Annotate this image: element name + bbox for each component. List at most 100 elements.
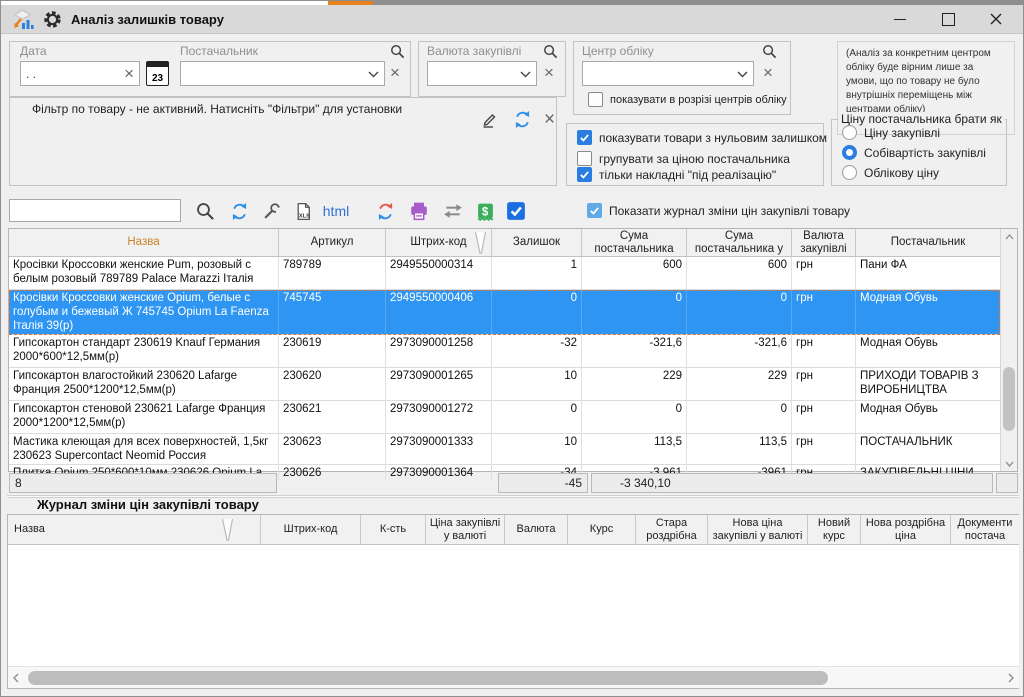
journal-column-new-retail[interactable]: Нова роздрібна ціна <box>861 515 951 544</box>
price-receipt-icon[interactable]: $ <box>473 199 497 223</box>
calendar-icon[interactable]: 23 <box>146 61 169 86</box>
currency-search-icon[interactable] <box>543 44 558 59</box>
column-header-name[interactable]: Назва <box>9 229 279 256</box>
checkbox-zero-stock[interactable]: показувати товари з нульовим залишком <box>577 130 827 145</box>
table-row-selected[interactable]: Кросівки Кроссовки женские Opium, белые … <box>9 290 1000 335</box>
cell-sku: 230619 <box>279 335 386 367</box>
vertical-scrollbar[interactable] <box>1000 229 1017 471</box>
center-combobox[interactable] <box>582 61 754 86</box>
supplier-label: Постачальник <box>180 44 258 58</box>
radio-label: Собівартість закупівлі <box>864 146 986 160</box>
search-icon[interactable] <box>193 199 217 223</box>
summary-spacer <box>996 473 1018 493</box>
product-filter-status: Фільтр по товару - не активний. Натисніт… <box>32 102 402 116</box>
journal-column-name[interactable]: Назва <box>8 515 261 544</box>
journal-column-barcode[interactable]: Штрих-код <box>261 515 361 544</box>
scroll-right-icon[interactable] <box>1003 667 1019 688</box>
journal-column-old-retail[interactable]: Стара роздрібна <box>636 515 708 544</box>
maximize-button[interactable] <box>941 12 955 26</box>
checkbox-label: показувати в розрізі центрів обліку <box>610 94 787 106</box>
column-header-currency[interactable]: Валюта закупівлі <box>792 229 856 256</box>
scroll-up-icon[interactable] <box>1001 229 1017 244</box>
horizontal-scrollbar[interactable] <box>8 666 1019 688</box>
column-header-barcode[interactable]: Штрих-код <box>386 229 492 256</box>
stock-table-header: Назва Артикул Штрих-код Залишок Сума пос… <box>9 229 1000 257</box>
checkbox-box-checked[interactable] <box>587 203 602 218</box>
journal-table: Назва Штрих-код К-сть Ціна закупівлі у в… <box>7 514 1019 689</box>
center-clear-icon[interactable]: × <box>763 64 773 81</box>
print-icon[interactable] <box>407 199 431 223</box>
table-row[interactable]: Гипсокартон влагостойкий 230620 Lafarge … <box>9 368 1000 401</box>
refresh-icon[interactable] <box>227 199 251 223</box>
column-header-supplier-sum[interactable]: Сума постачальника <box>582 229 687 256</box>
export-html-icon[interactable]: html <box>319 199 353 223</box>
table-row[interactable]: Гипсокартон стандарт 230619 Knauf Герман… <box>9 335 1000 368</box>
radio-button-selected[interactable] <box>842 145 857 160</box>
scrollbar-thumb[interactable] <box>1003 367 1015 431</box>
radio-label: Ціну закупівлі <box>864 126 940 140</box>
journal-column-purchase-price[interactable]: Ціна закупівлі у валюті <box>426 515 505 544</box>
refresh-prices-icon[interactable] <box>373 199 397 223</box>
checkbox-box-checked[interactable] <box>577 167 592 182</box>
settings-wrench-icon[interactable] <box>259 199 283 223</box>
scrollbar-thumb[interactable] <box>28 671 828 685</box>
checkbox-consignment-only[interactable]: тільки накладні "під реалізацію" <box>577 167 776 182</box>
journal-column-qty[interactable]: К-сть <box>361 515 426 544</box>
journal-column-new-purchase-price[interactable]: Нова ціна закупівлі у валюті <box>708 515 808 544</box>
table-row[interactable]: Кросівки Кроссовки женские Pum, розовый … <box>9 257 1000 290</box>
search-input[interactable] <box>9 199 181 222</box>
cell-sku: 230626 <box>279 465 386 480</box>
column-header-sku[interactable]: Артикул <box>279 229 386 256</box>
export-xls-icon[interactable]: XLS <box>291 199 315 223</box>
edit-filter-pencil-icon[interactable] <box>480 110 499 129</box>
cell-sum: 0 <box>582 290 687 334</box>
radio-button[interactable] <box>842 165 857 180</box>
select-check-icon[interactable] <box>504 199 528 223</box>
journal-header: Назва Штрих-код К-сть Ціна закупівлі у в… <box>8 515 1019 545</box>
transfer-arrows-icon[interactable] <box>441 199 465 223</box>
date-clear-icon[interactable]: × <box>124 65 134 82</box>
table-row[interactable]: Мастика клеющая для всех поверхностей, 1… <box>9 434 1000 465</box>
journal-column-new-rate[interactable]: Новий курс <box>808 515 861 544</box>
currency-clear-icon[interactable]: × <box>544 64 554 81</box>
scroll-down-icon[interactable] <box>1001 456 1017 471</box>
cell-sum: 600 <box>582 257 687 289</box>
date-value: . . <box>26 67 36 81</box>
radio-button[interactable] <box>842 125 857 140</box>
cell-sum: -321,6 <box>582 335 687 367</box>
minimize-button[interactable] <box>893 12 907 26</box>
supplier-clear-icon[interactable]: × <box>390 64 400 81</box>
radio-cost-price[interactable]: Собівартість закупівлі <box>842 145 986 160</box>
center-breakdown-checkbox[interactable]: показувати в розрізі центрів обліку <box>588 92 787 107</box>
journal-column-rate[interactable]: Курс <box>568 515 636 544</box>
chevron-down-icon[interactable] <box>737 67 748 81</box>
radio-accounting-price[interactable]: Облікову ціну <box>842 165 939 180</box>
checkbox-group-by-price[interactable]: групувати за ціною постачальника <box>577 151 790 166</box>
currency-combobox[interactable] <box>427 61 537 86</box>
table-row[interactable]: Гипсокартон стеновой 230621 Lafarge Фран… <box>9 401 1000 434</box>
chevron-down-icon[interactable] <box>368 67 379 81</box>
date-input[interactable]: . . × <box>20 61 140 86</box>
close-button[interactable] <box>989 12 1003 26</box>
journal-column-supplier-documents[interactable]: Документи постача <box>951 515 1019 544</box>
center-search-icon[interactable] <box>762 44 777 59</box>
checkbox-box[interactable] <box>577 151 592 166</box>
supplier-search-icon[interactable] <box>390 44 405 59</box>
radio-purchase-price[interactable]: Ціну закупівлі <box>842 125 940 140</box>
show-journal-checkbox[interactable]: Показати журнал зміни цін закупівлі това… <box>587 203 850 218</box>
column-header-label: Штрих-код <box>410 236 466 249</box>
column-header-stock[interactable]: Залишок <box>492 229 582 256</box>
gear-icon[interactable] <box>43 10 62 29</box>
refresh-filter-icon[interactable] <box>513 110 532 129</box>
column-header-supplier[interactable]: Постачальник <box>856 229 1000 256</box>
scroll-left-icon[interactable] <box>8 667 24 688</box>
cell-stock: 10 <box>492 434 582 464</box>
checkbox-box[interactable] <box>588 92 603 107</box>
checkbox-box-checked[interactable] <box>577 130 592 145</box>
clear-filter-icon[interactable]: × <box>544 110 555 129</box>
supplier-combobox[interactable] <box>180 61 385 86</box>
center-note-text: (Аналіз за конкретним центром обліку буд… <box>846 47 1006 117</box>
column-header-supplier-sum-cur[interactable]: Сума постачальника у <box>687 229 792 256</box>
journal-column-currency[interactable]: Валюта <box>505 515 568 544</box>
chevron-down-icon[interactable] <box>520 67 531 81</box>
